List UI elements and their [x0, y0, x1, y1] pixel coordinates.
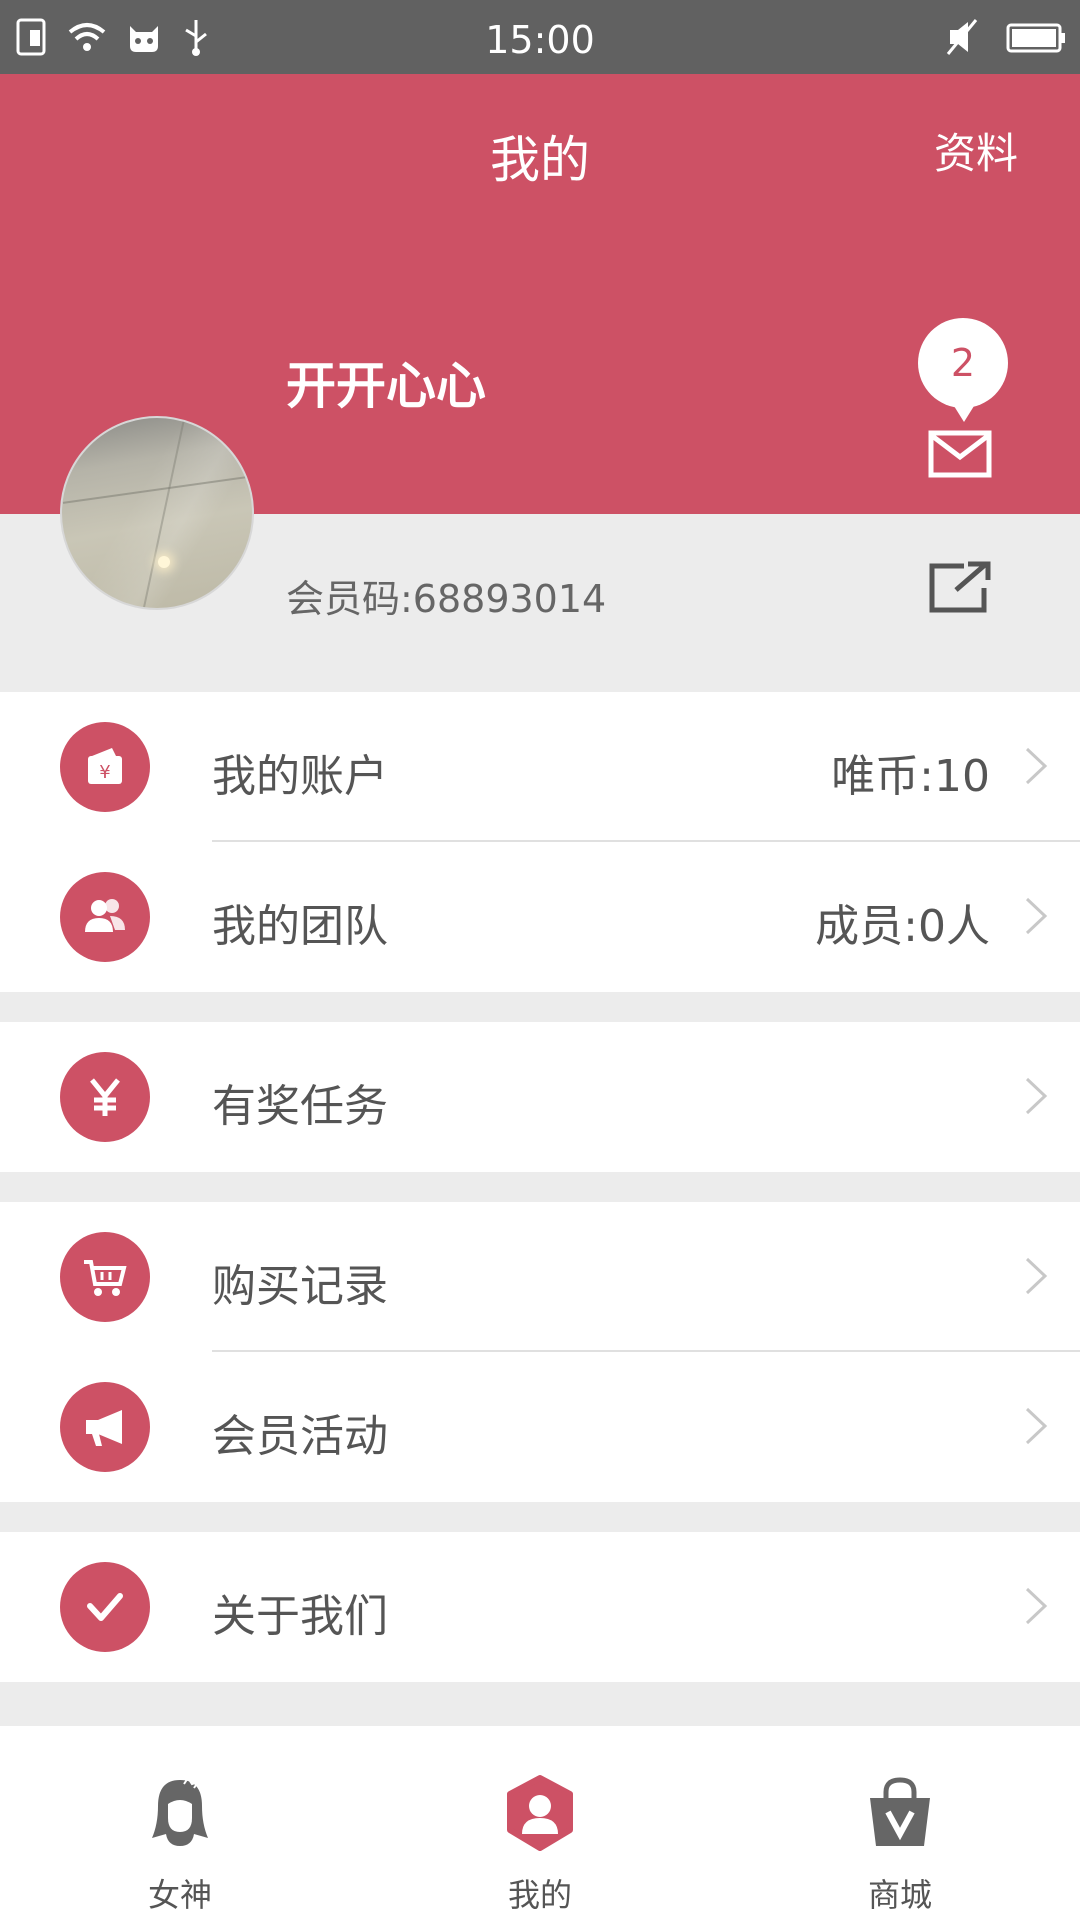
wallet-icon: ¥	[60, 722, 150, 812]
username: 开开心心	[286, 357, 486, 415]
member-code: 会员码:68893014	[286, 577, 607, 621]
cart-icon	[60, 1232, 150, 1322]
status-time: 15:00	[485, 18, 595, 62]
tab-label: 女神	[147, 1876, 212, 1914]
chevron-right-icon	[1025, 1077, 1048, 1115]
menu-item-tasks[interactable]: 有奖任务	[0, 1022, 1080, 1172]
svg-text:¥: ¥	[99, 762, 110, 783]
tasks-group: 有奖任务	[0, 1022, 1080, 1172]
message-count-badge[interactable]: 2	[918, 318, 1008, 422]
yuan-icon	[60, 1052, 150, 1142]
chevron-right-icon	[1025, 747, 1048, 785]
about-group: 关于我们	[0, 1532, 1080, 1682]
menu-item-purchases[interactable]: 购买记录	[0, 1202, 1080, 1352]
profile-info-link[interactable]: 资料	[934, 120, 1018, 181]
shopping-bag-icon	[870, 1777, 930, 1846]
chevron-right-icon	[1025, 897, 1048, 935]
megaphone-icon	[60, 1382, 150, 1472]
chevron-right-icon	[1025, 1407, 1048, 1445]
tab-goddess[interactable]: 女神	[0, 1726, 360, 1920]
goddess-icon	[152, 1776, 208, 1846]
tab-mall[interactable]: 商城	[720, 1726, 1080, 1920]
menu-label: 购买记录	[212, 1261, 388, 1312]
tab-label: 我的	[507, 1876, 572, 1914]
menu-label: 我的账户	[212, 751, 388, 802]
mail-icon[interactable]	[928, 430, 992, 478]
menu-label: 有奖任务	[212, 1081, 388, 1132]
account-group: ¥ 我的账户 唯币:10 我的团队 成员:0人	[0, 692, 1080, 992]
battery-icon	[1006, 23, 1065, 53]
menu-item-events[interactable]: 会员活动	[0, 1352, 1080, 1502]
checkmark-icon	[60, 1562, 150, 1652]
mute-icon	[946, 19, 978, 55]
avatar[interactable]	[60, 416, 254, 610]
menu-label: 关于我们	[212, 1591, 388, 1642]
share-icon[interactable]	[928, 560, 992, 614]
tab-label: 商城	[867, 1876, 932, 1914]
status-bar: 15:00	[0, 0, 1080, 74]
chevron-right-icon	[1025, 1257, 1048, 1295]
coin-balance: 唯币:10	[831, 751, 990, 802]
purchase-group: 购买记录 会员活动	[0, 1202, 1080, 1502]
menu-item-about[interactable]: 关于我们	[0, 1532, 1080, 1682]
user-icon	[507, 1775, 573, 1851]
menu-item-team[interactable]: 我的团队 成员:0人	[0, 842, 1080, 992]
member-count: 成员:0人	[815, 901, 990, 952]
bottom-nav: 女神 我的 商城	[0, 1726, 1080, 1920]
page-title: 我的	[490, 131, 590, 189]
menu-label: 会员活动	[212, 1411, 388, 1462]
chevron-right-icon	[1025, 1587, 1048, 1625]
team-icon	[60, 872, 150, 962]
menu-item-account[interactable]: ¥ 我的账户 唯币:10	[0, 692, 1080, 842]
menu-label: 我的团队	[212, 901, 388, 952]
tab-mine[interactable]: 我的	[360, 1726, 720, 1920]
